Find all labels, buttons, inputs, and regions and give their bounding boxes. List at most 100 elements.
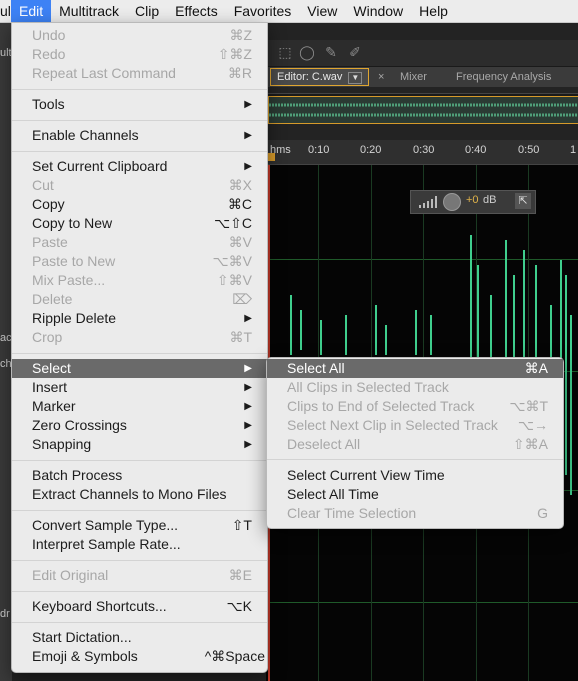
- menu-item-select[interactable]: Select ▶: [12, 359, 267, 378]
- ruler-label: hms: [270, 144, 291, 156]
- menu-item-all-clips-in-track[interactable]: All Clips in Selected Track: [267, 378, 563, 397]
- menu-effects[interactable]: Effects: [167, 0, 226, 22]
- brush-icon[interactable]: ✎: [322, 44, 340, 60]
- menu-item-edit-original[interactable]: Edit Original ⌘E: [12, 566, 267, 585]
- menu-item-label: Zero Crossings: [32, 417, 127, 433]
- tab-close-icon[interactable]: ×: [372, 68, 390, 86]
- menu-item-deselect-all[interactable]: Deselect All ⇧⌘A: [267, 435, 563, 454]
- menu-item-label: Paste to New: [32, 253, 116, 269]
- menu-item-emoji-symbols[interactable]: Emoji & Symbols ^⌘Space: [12, 647, 267, 666]
- menu-item-tools[interactable]: Tools ▶: [12, 95, 267, 114]
- tab-mixer[interactable]: Mixer: [394, 68, 433, 86]
- menu-item-delete[interactable]: Delete ⌦: [12, 290, 267, 309]
- menu-item-extract-channels[interactable]: Extract Channels to Mono Files: [12, 485, 267, 504]
- forward-delete-icon: ⌦: [232, 291, 252, 307]
- shortcut-label: ⌥⌘V: [212, 253, 252, 269]
- shortcut-label: G: [537, 505, 548, 521]
- overview-selection[interactable]: [268, 96, 578, 124]
- menu-item-copy[interactable]: Copy ⌘C: [12, 195, 267, 214]
- menu-item-crop[interactable]: Crop ⌘T: [12, 328, 267, 347]
- ruler-label: 1: [570, 144, 577, 156]
- menu-clip[interactable]: Clip: [127, 0, 167, 22]
- menu-multitrack[interactable]: Multitrack: [51, 0, 127, 22]
- menu-item-snapping[interactable]: Snapping ▶: [12, 435, 267, 454]
- menu-edit[interactable]: Edit: [11, 0, 52, 22]
- lasso-icon[interactable]: ◯: [298, 44, 316, 60]
- menu-item-redo[interactable]: Redo ⇧⌘Z: [12, 45, 267, 64]
- menu-item-cut[interactable]: Cut ⌘X: [12, 176, 267, 195]
- menu-separator: [12, 151, 267, 152]
- menu-help[interactable]: Help: [411, 0, 456, 22]
- menu-item-paste[interactable]: Paste ⌘V: [12, 233, 267, 252]
- ruler-label: 0:50: [518, 144, 540, 156]
- healing-brush-icon[interactable]: ✐: [346, 44, 364, 60]
- menu-item-undo[interactable]: Undo ⌘Z: [12, 26, 267, 45]
- menu-item-paste-to-new[interactable]: Paste to New ⌥⌘V: [12, 252, 267, 271]
- menu-item-select-all-time[interactable]: Select All Time: [267, 485, 563, 504]
- menu-item-label: Set Current Clipboard: [32, 158, 168, 174]
- menu-item-repeat-last-command[interactable]: Repeat Last Command ⌘R: [12, 64, 267, 83]
- pin-icon[interactable]: ⇱: [515, 193, 531, 209]
- overview-waveform: [269, 103, 578, 117]
- menu-item-set-current-clipboard[interactable]: Set Current Clipboard ▶: [12, 157, 267, 176]
- menu-item-label: Deselect All: [287, 436, 361, 452]
- menu-item-label: Ripple Delete: [32, 310, 117, 326]
- menu-item-label: Enable Channels: [32, 127, 139, 143]
- ruler-label: 0:20: [360, 144, 382, 156]
- shortcut-label: ⌘A: [524, 360, 548, 376]
- menu-item-label: Extract Channels to Mono Files: [32, 486, 227, 502]
- menu-item-select-current-view-time[interactable]: Select Current View Time: [267, 466, 563, 485]
- menu-item-start-dictation[interactable]: Start Dictation...: [12, 628, 267, 647]
- menu-item-insert[interactable]: Insert ▶: [12, 378, 267, 397]
- menu-item-batch-process[interactable]: Batch Process: [12, 466, 267, 485]
- gain-knob[interactable]: [443, 193, 461, 211]
- marquee-select-icon[interactable]: ⬚: [276, 44, 294, 60]
- chevron-down-icon[interactable]: ▼: [348, 72, 363, 84]
- edit-menu: Undo ⌘Z Redo ⇧⌘Z Repeat Last Command ⌘R Too…: [11, 22, 268, 673]
- menu-item-copy-to-new[interactable]: Copy to New ⌥⇧C: [12, 214, 267, 233]
- shortcut-label: ⌘T: [229, 329, 252, 345]
- tab-editor[interactable]: Editor: C.wav ▼: [270, 68, 370, 86]
- menu-item-mix-paste[interactable]: Mix Paste... ⇧⌘V: [12, 271, 267, 290]
- menu-item-keyboard-shortcuts[interactable]: Keyboard Shortcuts... ⌥K: [12, 597, 267, 616]
- menu-item-label: Select All Time: [287, 486, 379, 502]
- menu-item-label: All Clips in Selected Track: [287, 379, 449, 395]
- waveform-overview[interactable]: [266, 93, 578, 124]
- menu-item-label: Select: [32, 360, 71, 376]
- menu-window[interactable]: Window: [345, 0, 411, 22]
- menu-view[interactable]: View: [299, 0, 345, 22]
- menu-favorites[interactable]: Favorites: [226, 0, 300, 22]
- menu-clipped[interactable]: ult: [0, 0, 11, 22]
- menu-separator: [12, 120, 267, 121]
- menu-separator: [267, 459, 563, 460]
- gain-value[interactable]: +0: [466, 194, 479, 206]
- gain-hud: +0 dB ⇱: [410, 190, 536, 214]
- menu-item-clear-time-selection[interactable]: Clear Time Selection G: [267, 504, 563, 523]
- menu-item-zero-crossings[interactable]: Zero Crossings ▶: [12, 416, 267, 435]
- time-ruler[interactable]: hms 0:10 0:20 0:30 0:40 0:50 1: [266, 140, 578, 165]
- menu-item-select-all[interactable]: Select All ⌘A: [267, 359, 563, 378]
- shortcut-label: ⌘E: [228, 567, 252, 583]
- menu-item-label: Emoji & Symbols: [32, 648, 138, 664]
- menu-item-marker[interactable]: Marker ▶: [12, 397, 267, 416]
- shortcut-label: ⌘C: [227, 196, 252, 212]
- shortcut-label: ⌥→: [517, 417, 548, 433]
- submenu-arrow-icon: ▶: [244, 420, 252, 431]
- panel-tabs: Editor: C.wav ▼ × Mixer Frequency Analysi…: [266, 67, 578, 87]
- tab-frequency-analysis[interactable]: Frequency Analysis: [450, 68, 557, 86]
- menu-item-clips-to-end[interactable]: Clips to End of Selected Track ⌥⌘T: [267, 397, 563, 416]
- menu-item-interpret-sample-rate[interactable]: Interpret Sample Rate...: [12, 535, 267, 554]
- submenu-arrow-icon: ▶: [244, 161, 252, 172]
- menu-item-select-next-clip[interactable]: Select Next Clip in Selected Track ⌥→: [267, 416, 563, 435]
- menu-item-convert-sample-type[interactable]: Convert Sample Type... ⇧T: [12, 516, 267, 535]
- shortcut-label: ⇧⌘Z: [217, 46, 252, 62]
- menu-item-enable-channels[interactable]: Enable Channels ▶: [12, 126, 267, 145]
- menu-item-label: Copy: [32, 196, 65, 212]
- shortcut-label: ⌘X: [228, 177, 252, 193]
- menu-item-label: Convert Sample Type...: [32, 517, 179, 533]
- shortcut-label: ⌘R: [227, 65, 252, 81]
- gain-unit: dB: [483, 194, 497, 206]
- menu-item-ripple-delete[interactable]: Ripple Delete ▶: [12, 309, 267, 328]
- ruler-label: 0:40: [465, 144, 487, 156]
- menu-item-label: Repeat Last Command: [32, 65, 176, 81]
